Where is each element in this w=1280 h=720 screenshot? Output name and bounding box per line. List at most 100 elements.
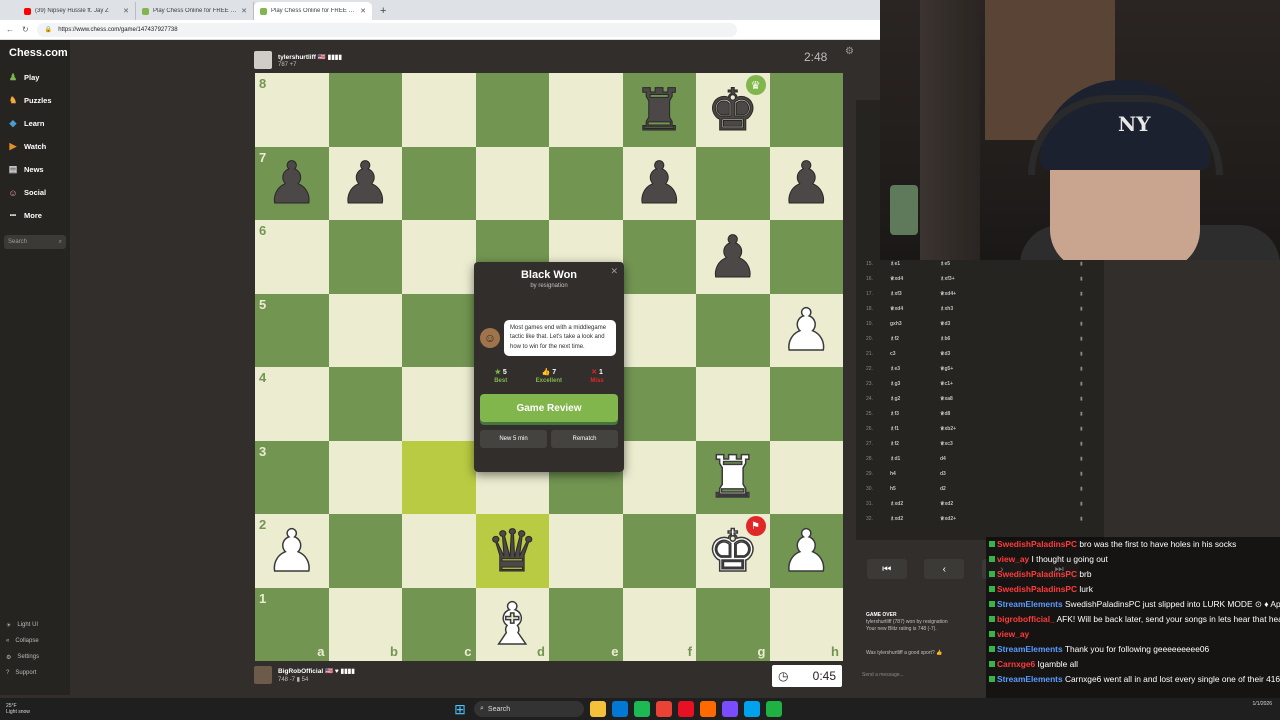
taskbar-app-icon[interactable] — [722, 701, 738, 717]
chat-username[interactable]: StreamElements — [997, 674, 1063, 684]
black-move[interactable]: ♗xf3+ — [940, 276, 1080, 282]
white-move[interactable]: ♗xd2 — [890, 516, 940, 522]
square-f3[interactable] — [622, 440, 696, 514]
square-f6[interactable] — [622, 220, 696, 294]
square-g4[interactable] — [696, 367, 770, 441]
square-c7[interactable] — [402, 146, 476, 220]
square-c6[interactable] — [402, 220, 476, 294]
taskbar-app-icon[interactable] — [612, 701, 628, 717]
new-tab-icon[interactable]: + — [380, 2, 386, 20]
black-move[interactable]: d2 — [940, 486, 1080, 492]
black-move[interactable]: ♕xa8 — [940, 396, 1080, 402]
square-f1[interactable]: f — [622, 587, 696, 661]
white-move[interactable]: ♗f2 — [890, 336, 940, 342]
reload-icon[interactable]: ↻ — [22, 25, 29, 34]
white-move[interactable]: ♗e3 — [890, 366, 940, 372]
white-move[interactable]: ♗f1 — [890, 426, 940, 432]
black-queen-icon[interactable]: ♛ — [486, 521, 539, 580]
square-g5[interactable] — [696, 293, 770, 367]
white-move[interactable]: h4 — [890, 471, 940, 477]
white-move[interactable]: ♗e1 — [890, 261, 940, 267]
white-move[interactable]: ♕xd4 — [890, 276, 940, 282]
weather-widget[interactable]: 25°F Light snow — [0, 703, 80, 715]
square-c2[interactable] — [402, 514, 476, 588]
white-move[interactable]: ♗f2 — [890, 441, 940, 447]
black-move[interactable]: ♗xh3 — [940, 306, 1080, 312]
tray-date[interactable]: 1/1/2026 — [1253, 701, 1272, 708]
first-move-button[interactable]: ⏮ — [866, 559, 907, 579]
black-move[interactable]: ♕d8 — [940, 411, 1080, 417]
taskbar-app-icon[interactable] — [766, 701, 782, 717]
thumbs-up-icon[interactable]: 👍 — [936, 650, 942, 656]
square-h7[interactable]: ♟ — [769, 146, 843, 220]
white-move[interactable]: ♗d1 — [890, 456, 940, 462]
square-e7[interactable] — [549, 146, 623, 220]
square-f4[interactable] — [622, 367, 696, 441]
avatar[interactable] — [254, 51, 272, 69]
square-c4[interactable] — [402, 367, 476, 441]
square-g1[interactable]: g — [696, 587, 770, 661]
game-review-button[interactable]: Game Review — [480, 394, 618, 422]
square-h4[interactable] — [769, 367, 843, 441]
square-d7[interactable] — [475, 146, 549, 220]
sidebar-item-watch[interactable]: ▶ Watch — [0, 135, 70, 158]
square-d2[interactable]: ♛ — [475, 514, 549, 588]
black-move[interactable]: ♕d3 — [940, 321, 1080, 327]
chat-username[interactable]: SwedishPaladinsPC — [997, 584, 1077, 594]
square-a3[interactable]: 3 — [255, 440, 329, 514]
black-move[interactable]: ♗b6 — [940, 336, 1080, 342]
square-g2[interactable]: ♚ ⚑ — [696, 514, 770, 588]
tab-close-icon[interactable]: ✕ — [123, 7, 129, 15]
white-move[interactable]: ♕xd4 — [890, 306, 940, 312]
square-a2[interactable]: 2 ♟ — [255, 514, 329, 588]
sidebar-support[interactable]: ? Support — [0, 665, 70, 681]
black-move[interactable]: ♕d3 — [940, 351, 1080, 357]
square-c3[interactable] — [402, 440, 476, 514]
board-settings-gear-icon[interactable]: ⚙ — [845, 46, 854, 57]
square-c5[interactable] — [402, 293, 476, 367]
chat-username[interactable]: SwedishPaladinsPC — [997, 539, 1077, 549]
white-pawn-icon[interactable]: ♟ — [780, 521, 834, 581]
tab-close-icon[interactable]: ✕ — [360, 7, 366, 15]
black-move[interactable]: ♕xd2+ — [940, 516, 1080, 522]
square-c1[interactable]: c — [402, 587, 476, 661]
square-e1[interactable]: e — [549, 587, 623, 661]
chat-username[interactable]: view_ay — [997, 629, 1029, 639]
sidebar-item-news[interactable]: ▤ News — [0, 158, 70, 181]
square-g6[interactable]: ♟ — [696, 220, 770, 294]
close-icon[interactable]: ✕ — [610, 266, 618, 277]
browser-tab-1[interactable]: Play Chess Online for FREE - 2 Pla ✕ — [136, 2, 254, 20]
square-e8[interactable] — [549, 73, 623, 147]
taskbar-search[interactable]: ⌕ Search — [474, 701, 584, 717]
rematch-button[interactable]: Rematch — [551, 430, 618, 448]
square-f8[interactable]: ♜ — [622, 73, 696, 147]
square-d8[interactable] — [475, 73, 549, 147]
sidebar-item-social[interactable]: ☺ Social — [0, 181, 70, 204]
white-move[interactable]: gxh3 — [890, 321, 940, 327]
white-move[interactable]: ♗g3 — [890, 381, 940, 387]
black-move[interactable]: ♕xc3 — [940, 441, 1080, 447]
square-b8[interactable] — [328, 73, 402, 147]
white-bishop-icon[interactable]: ♝ — [486, 595, 540, 655]
chat-username[interactable]: StreamElements — [997, 644, 1063, 654]
sidebar-settings[interactable]: ⚙ Settings — [0, 649, 70, 665]
square-g7[interactable] — [696, 146, 770, 220]
back-icon[interactable]: ← — [6, 25, 14, 34]
square-a4[interactable]: 4 — [255, 367, 329, 441]
chat-message-input[interactable]: Send a message... — [862, 672, 982, 678]
chat-username[interactable]: view_ay — [997, 554, 1029, 564]
square-c8[interactable] — [402, 73, 476, 147]
square-e2[interactable] — [549, 514, 623, 588]
white-move[interactable]: ♗xd2 — [890, 501, 940, 507]
sidebar-item-more[interactable]: ••• More — [0, 204, 70, 227]
chat-username[interactable]: Carnxge6 — [997, 659, 1035, 669]
taskbar-app-icon[interactable] — [700, 701, 716, 717]
white-move[interactable]: c3 — [890, 351, 940, 357]
square-f5[interactable] — [622, 293, 696, 367]
sidebar-item-puzzles[interactable]: ♞ Puzzles — [0, 89, 70, 112]
new-game-button[interactable]: New 5 min — [480, 430, 547, 448]
top-player-name[interactable]: tylershurtliff 🇺🇸 ▮▮▮▮ — [278, 53, 342, 61]
tab-close-icon[interactable]: ✕ — [241, 7, 247, 15]
black-move[interactable]: ♕g5+ — [940, 366, 1080, 372]
white-move[interactable]: ♗xf3 — [890, 291, 940, 297]
